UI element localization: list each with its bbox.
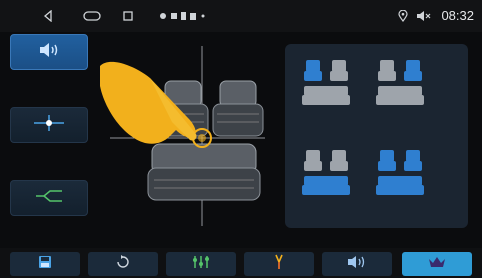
crossover-icon bbox=[34, 188, 64, 209]
crown-icon bbox=[428, 255, 446, 273]
tune-button[interactable] bbox=[244, 252, 314, 276]
preset-front-right[interactable] bbox=[374, 58, 436, 116]
location-icon bbox=[396, 0, 410, 32]
balance-center-button[interactable] bbox=[10, 107, 88, 143]
rear-bench-seat bbox=[147, 143, 261, 201]
sound-field-button[interactable] bbox=[322, 252, 392, 276]
preset-all[interactable] bbox=[374, 148, 436, 206]
notification-dots-icon bbox=[158, 0, 208, 32]
speaker-mode-button[interactable] bbox=[10, 34, 88, 70]
preset-rear[interactable] bbox=[300, 148, 362, 206]
equalizer-button[interactable] bbox=[166, 252, 236, 276]
crosshair-icon bbox=[32, 114, 66, 137]
back-icon[interactable] bbox=[38, 0, 58, 32]
reset-icon bbox=[115, 254, 131, 275]
reset-button[interactable] bbox=[88, 252, 158, 276]
tuning-fork-icon bbox=[272, 254, 286, 275]
volume-mute-icon bbox=[414, 0, 434, 32]
home-icon[interactable] bbox=[80, 0, 104, 32]
crossover-button[interactable] bbox=[10, 180, 88, 216]
clock: 08:32 bbox=[441, 8, 474, 23]
status-bar: 08:32 bbox=[0, 0, 482, 32]
seat-position-map[interactable] bbox=[100, 36, 270, 236]
premium-button[interactable] bbox=[402, 252, 472, 276]
front-right-seat bbox=[212, 80, 264, 137]
speaker-icon bbox=[38, 42, 60, 63]
volume-icon bbox=[346, 255, 368, 274]
save-icon bbox=[38, 255, 52, 274]
save-button[interactable] bbox=[10, 252, 80, 276]
preset-front-left[interactable] bbox=[300, 58, 362, 116]
recents-icon[interactable] bbox=[118, 0, 138, 32]
equalizer-icon bbox=[192, 255, 210, 274]
